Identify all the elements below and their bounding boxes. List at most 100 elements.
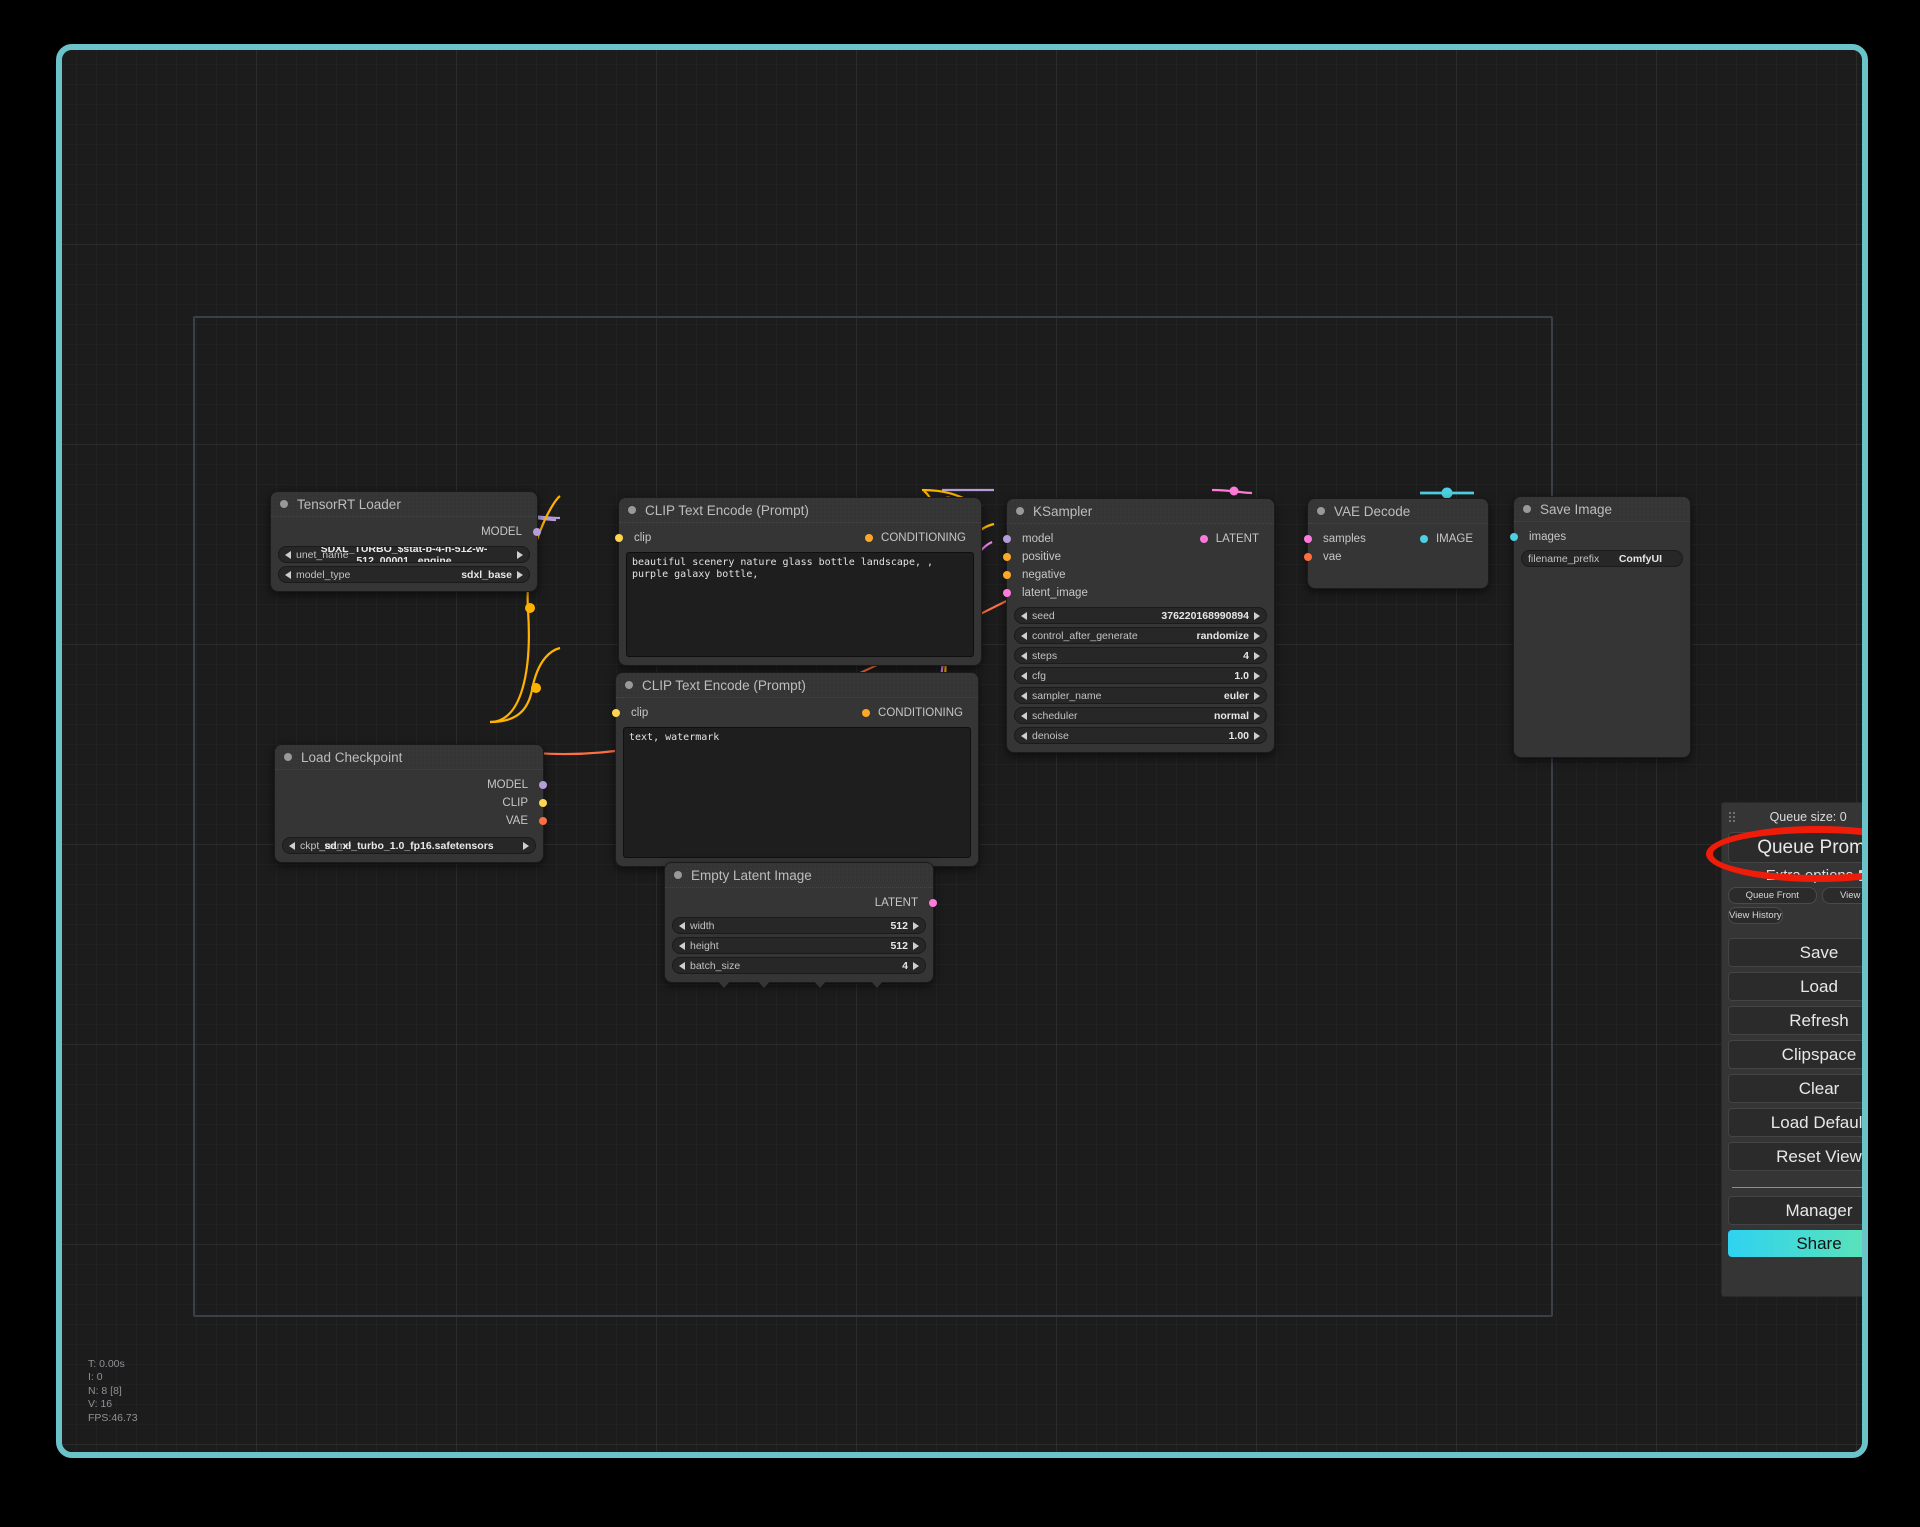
widget-width[interactable]: width 512 <box>672 917 926 934</box>
output-slot-vae[interactable]: VAE <box>275 812 543 830</box>
output-dot-clip[interactable] <box>539 799 547 807</box>
widget-seed[interactable]: seed 376220168990894 <box>1014 607 1267 624</box>
load-button[interactable]: Load <box>1728 972 1868 1001</box>
widget-sampler-name[interactable]: sampler_name euler <box>1014 687 1267 704</box>
node-title[interactable]: CLIP Text Encode (Prompt) <box>619 498 981 523</box>
output-dot-image[interactable] <box>1420 535 1428 543</box>
decrement-arrow-icon[interactable] <box>1021 732 1027 740</box>
output-dot-conditioning[interactable] <box>862 709 870 717</box>
manager-button[interactable]: Manager <box>1728 1196 1868 1225</box>
save-button[interactable]: Save <box>1728 938 1868 967</box>
input-dot-clip[interactable] <box>612 709 620 717</box>
input-dot-images[interactable] <box>1510 533 1518 541</box>
increment-arrow-icon[interactable] <box>1254 612 1260 620</box>
increment-arrow-icon[interactable] <box>1254 732 1260 740</box>
input-dot-negative[interactable] <box>1003 571 1011 579</box>
node-save-image[interactable]: Save Image images filename_prefix ComfyU… <box>1513 496 1691 758</box>
view-history-button[interactable]: View History <box>1728 907 1783 924</box>
node-tensorrt-loader[interactable]: TensorRT Loader MODEL unet_name SDXL_TUR… <box>270 491 538 592</box>
collapse-dot-icon[interactable] <box>628 506 636 514</box>
input-slot-positive[interactable]: positive <box>1007 548 1274 566</box>
refresh-button[interactable]: Refresh <box>1728 1006 1868 1035</box>
input-dot-vae[interactable] <box>1304 553 1312 561</box>
input-slot-vae[interactable]: vae <box>1308 548 1488 566</box>
extra-options-checkbox[interactable] <box>1859 870 1868 881</box>
widget-model-type[interactable]: model_type sdxl_base <box>278 566 530 583</box>
collapse-dot-icon[interactable] <box>1016 507 1024 515</box>
prompt-textarea[interactable]: beautiful scenery nature glass bottle la… <box>626 552 974 657</box>
node-clip-text-encode-positive[interactable]: CLIP Text Encode (Prompt) clip CONDITION… <box>618 497 982 666</box>
input-dot-latent-image[interactable] <box>1003 589 1011 597</box>
decrement-arrow-icon[interactable] <box>679 922 685 930</box>
collapse-dot-icon[interactable] <box>1523 505 1531 513</box>
input-dot-clip[interactable] <box>615 534 623 542</box>
node-load-checkpoint[interactable]: Load Checkpoint MODEL CLIP VAE ckpt_nam <box>274 744 544 863</box>
output-slot-model[interactable]: MODEL <box>275 776 543 794</box>
node-clip-text-encode-negative[interactable]: CLIP Text Encode (Prompt) clip CONDITION… <box>615 672 979 867</box>
clear-button[interactable]: Clear <box>1728 1074 1868 1103</box>
input-slot-negative[interactable]: negative <box>1007 566 1274 584</box>
input-slot-clip[interactable]: clip CONDITIONING <box>616 704 978 722</box>
node-title[interactable]: Empty Latent Image <box>665 863 933 888</box>
widget-steps[interactable]: steps 4 <box>1014 647 1267 664</box>
increment-arrow-icon[interactable] <box>517 571 523 579</box>
input-slot-images[interactable]: images <box>1514 528 1690 546</box>
drag-handle-icon[interactable] <box>1728 811 1736 823</box>
comfy-menu-panel[interactable]: Queue size: 0 ✕ Queue Prompt Extra optio… <box>1721 802 1868 1297</box>
output-slot-image[interactable]: IMAGE <box>1424 530 1488 548</box>
node-empty-latent-image[interactable]: Empty Latent Image LATENT width 512 heig… <box>664 862 934 983</box>
output-slot-model[interactable]: MODEL <box>271 523 537 541</box>
collapse-dot-icon[interactable] <box>284 753 292 761</box>
input-slot-latent-image[interactable]: latent_image <box>1007 584 1274 602</box>
collapse-dot-icon[interactable] <box>280 500 288 508</box>
share-button[interactable]: Share <box>1728 1230 1868 1257</box>
increment-arrow-icon[interactable] <box>1254 672 1260 680</box>
input-dot-positive[interactable] <box>1003 553 1011 561</box>
increment-arrow-icon[interactable] <box>1254 652 1260 660</box>
increment-arrow-icon[interactable] <box>1254 632 1260 640</box>
output-slot-latent[interactable]: LATENT <box>1204 530 1274 548</box>
output-slot-conditioning[interactable]: CONDITIONING <box>866 704 978 722</box>
queue-prompt-button[interactable]: Queue Prompt <box>1728 832 1868 863</box>
node-title[interactable]: TensorRT Loader <box>271 492 537 517</box>
clipspace-button[interactable]: Clipspace <box>1728 1040 1868 1069</box>
graph-canvas[interactable]: TensorRT Loader MODEL unet_name SDXL_TUR… <box>62 50 1862 1452</box>
output-slot-clip[interactable]: CLIP <box>275 794 543 812</box>
decrement-arrow-icon[interactable] <box>1021 672 1027 680</box>
input-slot-clip[interactable]: clip CONDITIONING <box>619 529 981 547</box>
output-slot-latent[interactable]: LATENT <box>665 894 933 912</box>
decrement-arrow-icon[interactable] <box>285 571 291 579</box>
collapse-dot-icon[interactable] <box>625 681 633 689</box>
increment-arrow-icon[interactable] <box>1254 692 1260 700</box>
input-slot-model[interactable]: model LATENT <box>1007 530 1274 548</box>
widget-scheduler[interactable]: scheduler normal <box>1014 707 1267 724</box>
increment-arrow-icon[interactable] <box>913 942 919 950</box>
increment-arrow-icon[interactable] <box>1254 712 1260 720</box>
decrement-arrow-icon[interactable] <box>1021 652 1027 660</box>
output-dot-latent[interactable] <box>1200 535 1208 543</box>
node-title[interactable]: Save Image <box>1514 497 1690 522</box>
widget-filename-prefix[interactable]: filename_prefix ComfyUI <box>1521 550 1683 567</box>
menu-header[interactable]: Queue size: 0 ✕ <box>1728 807 1868 827</box>
queue-front-button[interactable]: Queue Front <box>1728 887 1817 904</box>
input-slot-samples[interactable]: samples IMAGE <box>1308 530 1488 548</box>
output-slot-conditioning[interactable]: CONDITIONING <box>869 529 981 547</box>
widget-height[interactable]: height 512 <box>672 937 926 954</box>
decrement-arrow-icon[interactable] <box>1021 612 1027 620</box>
reset-view-button[interactable]: Reset View <box>1728 1142 1868 1171</box>
decrement-arrow-icon[interactable] <box>679 942 685 950</box>
output-dot-conditioning[interactable] <box>865 534 873 542</box>
widget-denoise[interactable]: denoise 1.00 <box>1014 727 1267 744</box>
prompt-textarea[interactable]: text, watermark <box>623 727 971 858</box>
view-queue-button[interactable]: View Queue <box>1822 887 1869 904</box>
widget-ckpt-name[interactable]: ckpt_name sd_xl_turbo_1.0_fp16.safetenso… <box>282 837 536 854</box>
increment-arrow-icon[interactable] <box>913 922 919 930</box>
node-title[interactable]: Load Checkpoint <box>275 745 543 770</box>
node-ksampler[interactable]: KSampler model LATENT positive <box>1006 498 1275 753</box>
collapse-dot-icon[interactable] <box>674 871 682 879</box>
extra-options-row[interactable]: Extra options <box>1728 867 1868 884</box>
collapse-dot-icon[interactable] <box>1317 507 1325 515</box>
increment-arrow-icon[interactable] <box>913 962 919 970</box>
node-title[interactable]: VAE Decode <box>1308 499 1488 524</box>
input-dot-samples[interactable] <box>1304 535 1312 543</box>
